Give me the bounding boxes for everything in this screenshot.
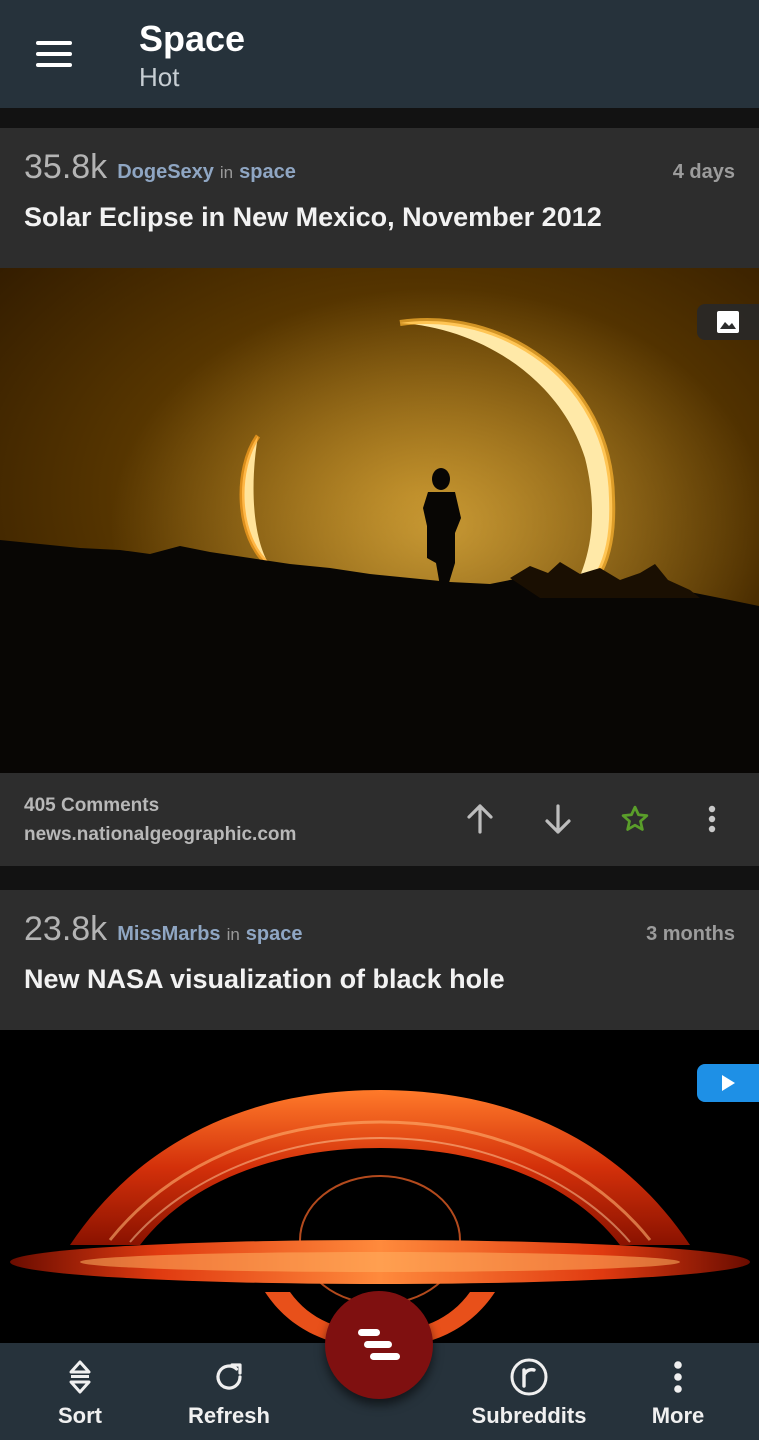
post-card[interactable]: 35.8k DogeSexy in space 4 days Solar Ecl… bbox=[0, 128, 759, 866]
post-comments-count[interactable]: 405 Comments bbox=[24, 795, 159, 817]
video-type-badge bbox=[697, 1064, 759, 1102]
save-star-button[interactable] bbox=[613, 797, 657, 841]
nav-refresh-button[interactable]: Refresh bbox=[164, 1343, 294, 1440]
arrow-up-icon bbox=[467, 804, 493, 834]
page-title: Space bbox=[139, 18, 246, 59]
play-icon bbox=[722, 1075, 735, 1091]
post-author-link[interactable]: MissMarbs bbox=[117, 923, 220, 946]
post-meta: 23.8k MissMarbs in space 3 months bbox=[24, 910, 735, 954]
post-in-label: in bbox=[226, 925, 240, 944]
post-author-link[interactable]: DogeSexy bbox=[117, 161, 214, 184]
post-score: 23.8k bbox=[24, 910, 108, 948]
menu-lines-icon bbox=[358, 1329, 400, 1360]
hamburger-icon bbox=[36, 41, 72, 67]
post-subreddit-link[interactable]: space bbox=[246, 923, 303, 946]
more-vertical-icon bbox=[708, 805, 716, 833]
top-app-bar: Space Hot bbox=[0, 0, 759, 108]
page-subtitle-sort: Hot bbox=[139, 62, 180, 92]
post-age: 3 months bbox=[646, 923, 735, 945]
post-title[interactable]: New NASA visualization of black hole bbox=[24, 964, 735, 995]
downvote-button[interactable] bbox=[536, 797, 580, 841]
floating-action-button[interactable] bbox=[325, 1291, 433, 1399]
post-age: 4 days bbox=[672, 161, 735, 183]
post-in-label: in bbox=[219, 163, 234, 182]
arrow-down-icon bbox=[545, 804, 571, 834]
app-root: Space Hot 35.8k DogeSexy in space 4 days… bbox=[0, 0, 759, 1440]
sort-icon bbox=[69, 1360, 91, 1394]
image-type-badge bbox=[697, 304, 759, 340]
hamburger-menu-button[interactable] bbox=[24, 30, 84, 78]
reddit-icon bbox=[510, 1358, 548, 1396]
post-meta: 35.8k DogeSexy in space 4 days bbox=[24, 148, 735, 192]
nav-sort-button[interactable]: Sort bbox=[15, 1343, 145, 1440]
post-thumbnail-image[interactable] bbox=[0, 268, 759, 773]
more-vertical-icon bbox=[674, 1361, 682, 1393]
nav-sort-label: Sort bbox=[58, 1403, 102, 1428]
nav-refresh-label: Refresh bbox=[188, 1403, 270, 1428]
post-score: 35.8k bbox=[24, 148, 108, 186]
post-title[interactable]: Solar Eclipse in New Mexico, November 20… bbox=[24, 202, 735, 233]
eclipse-photo bbox=[0, 268, 759, 773]
nav-subreddits-button[interactable]: Subreddits bbox=[464, 1343, 594, 1440]
post-subreddit-link[interactable]: space bbox=[239, 161, 296, 184]
refresh-icon bbox=[216, 1363, 242, 1390]
nav-subreddits-label: Subreddits bbox=[471, 1403, 587, 1428]
nav-more-label: More bbox=[651, 1403, 705, 1428]
post-footer: 405 Comments news.nationalgeographic.com bbox=[0, 773, 759, 865]
post-domain: news.nationalgeographic.com bbox=[24, 824, 297, 845]
nav-more-button[interactable]: More bbox=[613, 1343, 743, 1440]
image-icon bbox=[717, 311, 739, 333]
star-icon bbox=[621, 805, 649, 831]
upvote-button[interactable] bbox=[458, 797, 502, 841]
post-overflow-menu-button[interactable] bbox=[690, 797, 734, 841]
